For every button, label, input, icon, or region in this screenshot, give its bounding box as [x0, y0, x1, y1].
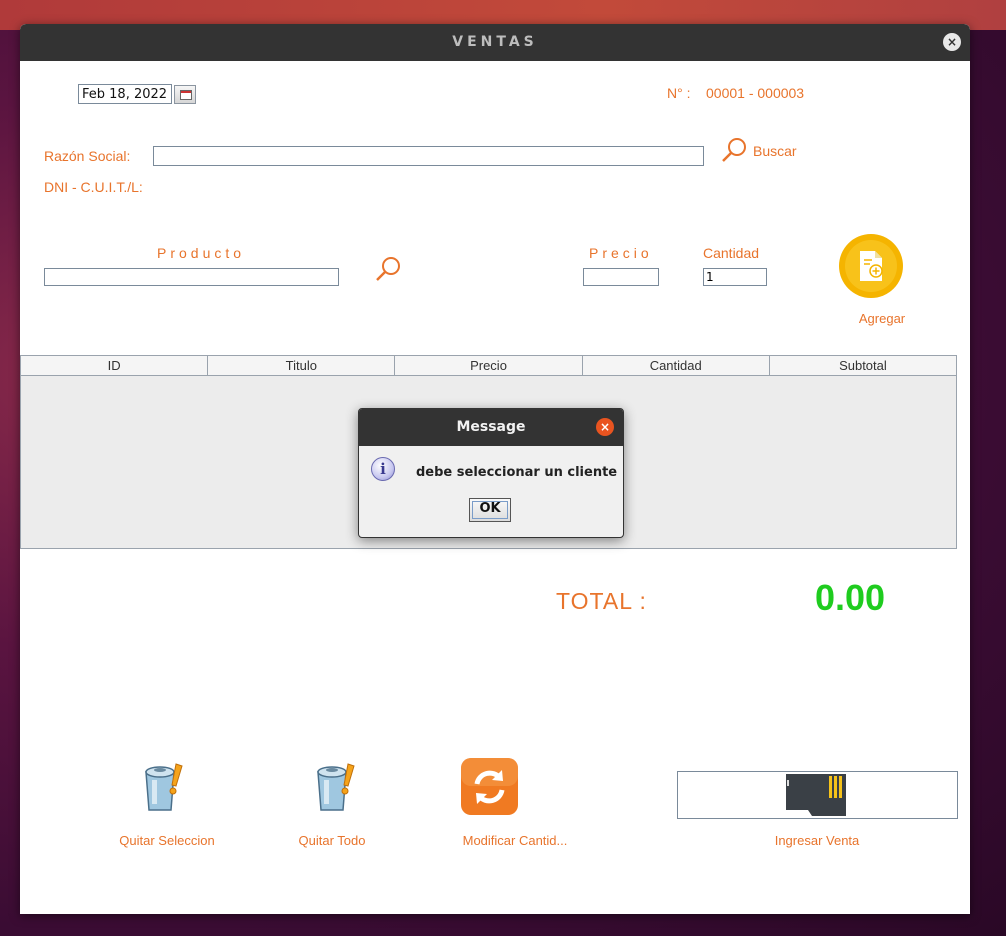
dialog-titlebar[interactable]: Message ×: [359, 409, 623, 446]
ok-button[interactable]: OK: [469, 498, 511, 522]
dni-label: DNI - C.U.I.T./L:: [44, 179, 143, 195]
trash-can-icon: [145, 763, 183, 811]
refresh-icon: [461, 758, 518, 815]
modificar-cantidad-label: Modificar Cantid...: [462, 833, 568, 848]
dialog-message: debe seleccionar un cliente: [416, 465, 618, 480]
total-label: TOTAL :: [556, 588, 647, 614]
info-icon: i: [371, 457, 395, 481]
column-header-subtotal[interactable]: Subtotal: [770, 356, 956, 375]
add-document-icon: [839, 234, 903, 298]
table-header: ID Titulo Precio Cantidad Subtotal: [21, 356, 956, 376]
memory-card-icon: [786, 774, 846, 816]
cantidad-input[interactable]: 1: [703, 268, 767, 286]
total-value: 0.00: [815, 577, 886, 618]
trash-can-icon: [317, 763, 355, 811]
precio-input[interactable]: [583, 268, 659, 286]
modificar-cantidad-button[interactable]: [460, 757, 520, 817]
quitar-seleccion-label: Quitar Seleccion: [119, 833, 215, 848]
column-header-titulo[interactable]: Titulo: [208, 356, 396, 375]
invoice-number: 00001 - 000003: [706, 85, 805, 101]
dialog-close-button[interactable]: ×: [596, 418, 614, 436]
window-title: VENTAS: [452, 34, 538, 50]
precio-label: Precio: [589, 245, 653, 261]
cantidad-label: Cantidad: [703, 245, 760, 261]
ingresar-venta-button[interactable]: [677, 771, 958, 819]
buscar-label: Buscar: [753, 143, 797, 159]
quitar-todo-button[interactable]: [312, 758, 362, 818]
calendar-button[interactable]: [174, 85, 196, 104]
window-titlebar[interactable]: VENTAS ×: [20, 24, 970, 61]
ingresar-venta-label: Ingresar Venta: [774, 833, 860, 848]
product-search-icon[interactable]: [374, 254, 404, 284]
quitar-todo-label: Quitar Todo: [298, 833, 366, 848]
message-dialog: Message × i debe seleccionar un cliente …: [358, 408, 624, 538]
date-field[interactable]: Feb 18, 2022: [78, 84, 172, 104]
calendar-icon: [180, 90, 192, 100]
column-header-precio[interactable]: Precio: [395, 356, 583, 375]
razon-social-input[interactable]: [153, 146, 704, 166]
column-header-id[interactable]: ID: [21, 356, 209, 375]
razon-social-label: Razón Social:: [44, 148, 131, 164]
agregar-button[interactable]: [838, 233, 904, 299]
quitar-seleccion-button[interactable]: [140, 758, 190, 818]
invoice-label: N° :: [667, 85, 691, 101]
search-icon: [722, 138, 746, 162]
agregar-label: Agregar: [858, 311, 906, 326]
column-header-cantidad[interactable]: Cantidad: [583, 356, 770, 375]
dialog-title: Message: [456, 419, 526, 435]
window-close-button[interactable]: ×: [943, 33, 961, 51]
ventas-window: VENTAS × Feb 18, 2022 N° : 00001 - 00000…: [20, 24, 970, 914]
buscar-button[interactable]: Buscar: [720, 136, 810, 166]
producto-input[interactable]: [44, 268, 339, 286]
producto-label: Producto: [157, 245, 246, 261]
